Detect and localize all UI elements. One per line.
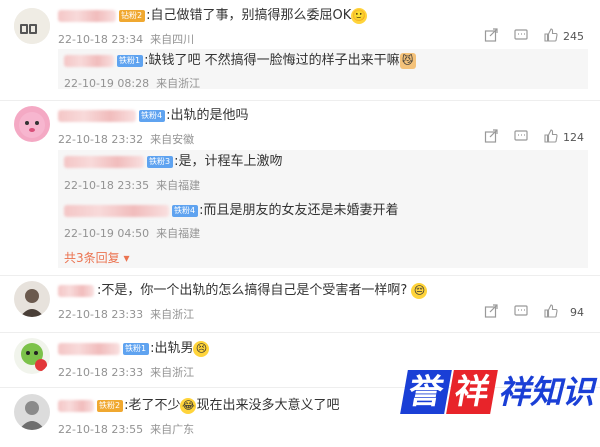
timestamp: 22-10-18 23:33 [58, 366, 144, 379]
avatar[interactable] [14, 106, 50, 142]
comment-text: 铁粉4:出轨的是他吗 [58, 107, 248, 125]
sad-emoji-icon: 😔 [411, 282, 428, 299]
avatar-image [14, 8, 50, 44]
comment-icon-svg [514, 130, 528, 141]
avatar-image [14, 281, 50, 317]
fan-badge: 铁粉2 [97, 399, 124, 412]
thumbs-up-icon [544, 129, 558, 143]
avatar[interactable] [14, 394, 50, 430]
fan-badge: 铁粉4 [139, 109, 166, 122]
location: 来自浙江 [156, 77, 201, 90]
timestamp: 22-10-18 23:55 [58, 423, 144, 436]
chevron-down-icon: ▾ [119, 251, 130, 265]
fan-badge: 铁粉3 [147, 155, 174, 168]
username[interactable] [64, 204, 169, 217]
comment-meta: 22-10-18 23:33 来自浙江 [58, 306, 194, 322]
laughing-emoji-icon: 😂 [180, 397, 197, 414]
divider [0, 332, 600, 333]
location: 来自福建 [156, 227, 201, 240]
like-count: 124 [563, 131, 584, 144]
comment-icon[interactable] [514, 304, 528, 322]
like-icon[interactable] [544, 129, 558, 147]
thumbs-up-icon [544, 28, 558, 42]
avatar[interactable] [14, 281, 50, 317]
like-icon[interactable] [544, 304, 558, 322]
location: 来自广东 [150, 423, 195, 436]
watermark-logo: 誉 祥 祥知识 [400, 364, 595, 422]
comment-meta: 22-10-18 23:34 来自四川 [58, 31, 194, 47]
location: 来自福建 [156, 179, 201, 192]
avatar-image [14, 338, 50, 374]
comment-icon-svg [514, 29, 528, 40]
watermark-char: 祥 [446, 370, 498, 414]
fan-badge: 钻粉2 [119, 9, 146, 22]
like-icon[interactable] [544, 28, 558, 46]
timestamp: 22-10-19 08:28 [64, 77, 150, 90]
watermark-char: 誉 [400, 370, 452, 414]
timestamp: 22-10-18 23:35 [64, 179, 150, 192]
watermark-text: 祥知识 [498, 373, 595, 411]
share-icon[interactable] [484, 129, 498, 147]
comment-meta: 22-10-18 23:33 来自浙江 [58, 364, 194, 380]
share-icon-svg [484, 129, 498, 143]
comment-meta: 22-10-18 23:32 来自安徽 [58, 131, 194, 147]
location: 来自安徽 [150, 133, 195, 146]
avatar-image [14, 106, 50, 142]
reply-meta: 22-10-18 23:35 来自福建 [64, 177, 200, 193]
share-icon-svg [484, 304, 498, 318]
timestamp: 22-10-19 04:50 [64, 227, 150, 240]
smile-emoji-icon: 🙂 [351, 7, 368, 24]
cat-emoji-icon: 😼 [399, 52, 416, 69]
reply-meta: 22-10-19 08:28 来自浙江 [64, 75, 200, 91]
username[interactable] [64, 155, 144, 168]
more-replies-link[interactable]: 共3条回复 ▾ [64, 249, 129, 266]
divider [0, 100, 600, 101]
comment-icon[interactable] [514, 129, 528, 147]
comment-meta: 22-10-18 23:55 来自广东 [58, 421, 194, 437]
username[interactable] [58, 109, 136, 122]
comment-text: 钻粉2:自己做错了事，别搞得那么委屈OK🙂 [58, 7, 368, 25]
share-icon-svg [484, 28, 498, 42]
username[interactable] [58, 9, 116, 22]
timestamp: 22-10-18 23:32 [58, 133, 144, 146]
comment-text: :不是，你一个出轨的怎么搞得自己是个受害者一样啊? 😔 [58, 282, 428, 300]
location: 来自四川 [150, 33, 195, 46]
location: 来自浙江 [150, 308, 195, 321]
thumbs-up-icon [544, 304, 558, 318]
share-icon[interactable] [484, 28, 498, 46]
comment-text: 铁粉1:出轨男 😣 [58, 340, 210, 358]
avatar-image [14, 394, 50, 430]
username[interactable] [58, 284, 94, 297]
username[interactable] [58, 342, 120, 355]
like-count: 94 [570, 306, 584, 319]
divider [0, 275, 600, 276]
reply-text: 铁粉1:缺钱了吧 不然搞得一脸悔过的样子出来干嘛 😼 [64, 52, 416, 70]
fan-badge: 铁粉4 [172, 204, 199, 217]
reply-text: 铁粉4:而且是朋友的女友还是未婚妻开着 [64, 202, 398, 220]
comment-icon[interactable] [514, 28, 528, 46]
avatar[interactable] [14, 338, 50, 374]
username[interactable] [58, 399, 94, 412]
fan-badge: 铁粉1 [123, 342, 150, 355]
angry-emoji-icon: 😣 [193, 340, 210, 357]
reply-text: 铁粉3:是，计程车上激吻 [64, 153, 282, 171]
timestamp: 22-10-18 23:34 [58, 33, 144, 46]
comment-text: 铁粉2:老了不少 😂 现在出来没多大意义了吧 [58, 397, 340, 415]
like-count: 245 [563, 30, 584, 43]
timestamp: 22-10-18 23:33 [58, 308, 144, 321]
username[interactable] [64, 54, 114, 67]
fan-badge: 铁粉1 [117, 54, 144, 67]
comment-icon-svg [514, 305, 528, 316]
location: 来自浙江 [150, 366, 195, 379]
avatar[interactable] [14, 8, 50, 44]
share-icon[interactable] [484, 304, 498, 322]
reply-meta: 22-10-19 04:50 来自福建 [64, 225, 200, 241]
